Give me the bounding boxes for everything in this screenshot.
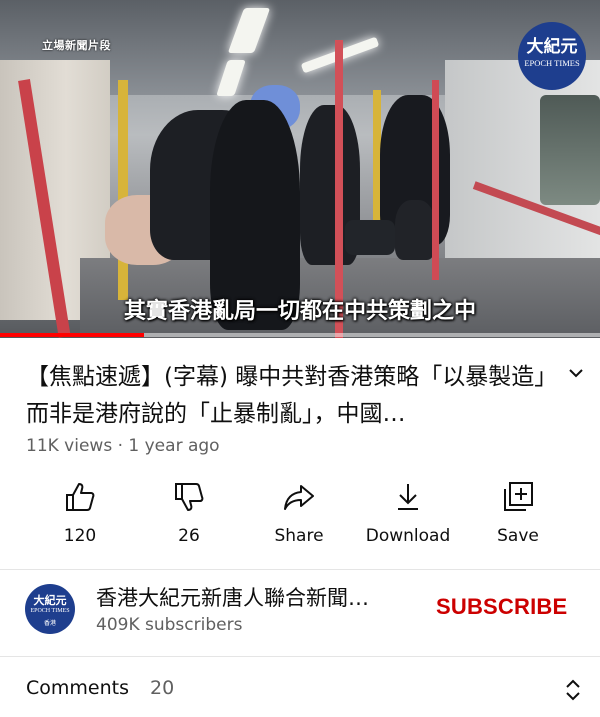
video-player[interactable]: 立場新聞片段 大紀元 EPOCH TIMES 其實香港亂局一切都在中共策劃之中	[0, 0, 600, 338]
avatar-chinese-text: 大紀元	[33, 594, 67, 607]
logo-english-text: EPOCH TIMES	[524, 58, 580, 68]
avatar-region-text: 香港	[43, 620, 56, 627]
avatar-english-text: EPOCH TIMES	[30, 608, 70, 614]
video-progress-fill	[0, 333, 144, 337]
comments-count: 20	[150, 677, 175, 699]
logo-chinese-text: 大紀元	[526, 37, 578, 57]
expand-collapse-icon[interactable]	[562, 677, 584, 703]
like-button[interactable]: 120	[25, 480, 135, 550]
save-to-playlist-icon	[504, 482, 533, 511]
epoch-times-logo: 大紀元 EPOCH TIMES	[518, 22, 586, 90]
dislike-button[interactable]: 26	[134, 480, 244, 550]
upload-age: 1 year ago	[128, 436, 220, 456]
divider	[0, 656, 600, 657]
subscriber-count: 409K subscribers	[96, 615, 243, 635]
thumbs-down-icon	[175, 483, 204, 511]
grab-pole	[118, 80, 128, 300]
chevron-down-icon-svg	[569, 369, 583, 378]
comments-heading[interactable]: Comments	[26, 677, 129, 699]
save-label: Save	[497, 526, 539, 546]
expand-collapse-icon-svg	[566, 679, 580, 701]
download-button[interactable]: Download	[353, 480, 463, 550]
video-progress-bar[interactable]	[0, 333, 600, 337]
channel-avatar[interactable]: 大紀元 EPOCH TIMES 香港	[25, 584, 75, 634]
divider	[0, 569, 600, 570]
subscribe-button[interactable]: SUBSCRIBE	[436, 594, 567, 620]
share-button[interactable]: Share	[244, 480, 354, 550]
download-icon	[398, 484, 418, 510]
dislike-count: 26	[178, 526, 200, 546]
thumbs-up-icon	[66, 483, 95, 511]
crowd-figure	[395, 200, 435, 260]
channel-name[interactable]: 香港大紀元新唐人聯合新聞…	[96, 582, 426, 612]
video-meta: 11K views · 1 year ago	[26, 436, 220, 456]
like-count: 120	[63, 526, 97, 546]
meta-separator: ·	[117, 436, 123, 456]
video-subtitle: 其實香港亂局一切都在中共策劃之中	[123, 299, 476, 324]
train-window	[540, 95, 600, 205]
video-source-label: 立場新聞片段	[42, 39, 111, 52]
chevron-down-icon[interactable]	[561, 358, 591, 388]
bag-figure	[345, 220, 395, 255]
video-title[interactable]: 【焦點速遞】(字幕) 曝中共對香港策略「以暴製造」而非是港府說的「止暴制亂」，中…	[26, 359, 546, 433]
save-button[interactable]: Save	[463, 480, 573, 550]
view-count: 11K views	[26, 436, 113, 456]
download-label: Download	[365, 526, 451, 546]
share-label: Share	[274, 526, 324, 546]
share-icon	[284, 485, 314, 510]
grab-pole	[432, 80, 439, 280]
